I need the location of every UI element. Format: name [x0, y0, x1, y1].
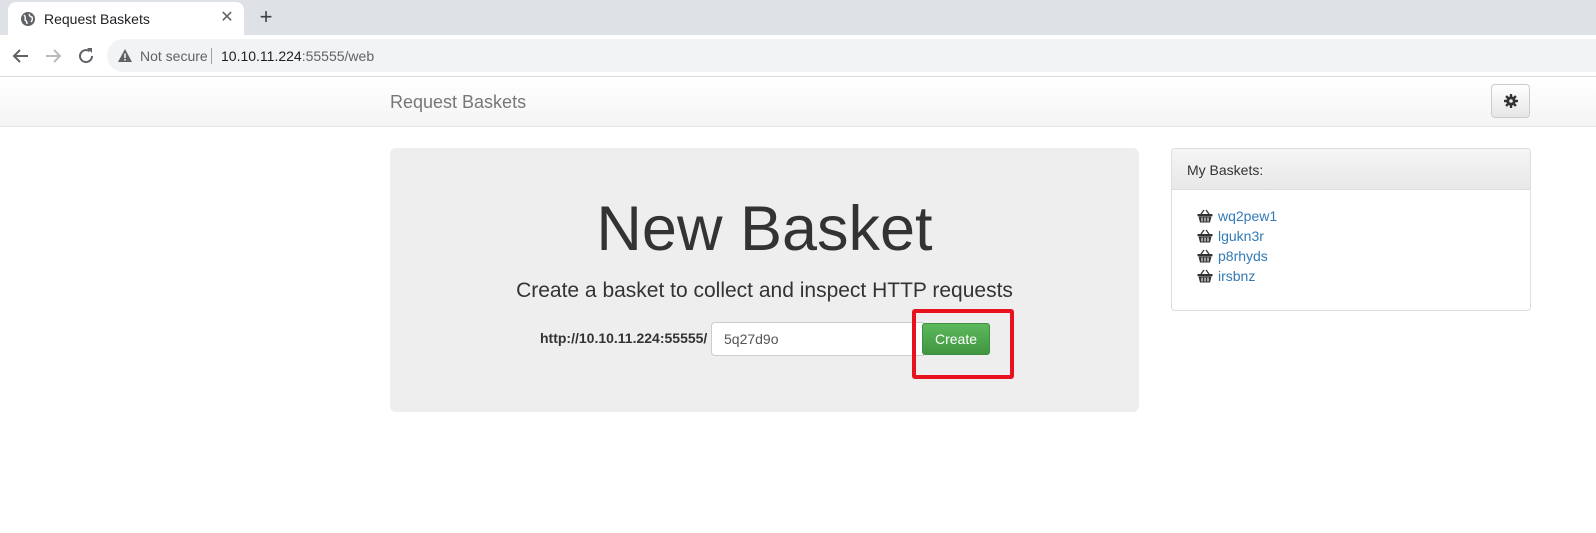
basket-icon	[1197, 249, 1213, 263]
browser-tab[interactable]: Request Baskets ✕	[8, 2, 244, 35]
panel-heading: My Baskets:	[1172, 149, 1530, 190]
page-title: New Basket	[596, 194, 933, 264]
reload-icon[interactable]	[74, 44, 98, 68]
my-baskets-panel: My Baskets: wq2pew1 lgukn3r p8rhyds irsb…	[1171, 148, 1531, 311]
basket-item[interactable]: wq2pew1	[1197, 206, 1277, 226]
address-bar[interactable]: Not secure 10.10.11.224:55555/web	[107, 39, 1596, 72]
basket-item[interactable]: irsbnz	[1197, 266, 1277, 286]
url-host: 10.10.11.224	[221, 48, 302, 64]
basket-item[interactable]: lgukn3r	[1197, 226, 1277, 246]
highlight-box	[912, 309, 1014, 379]
tab-strip: Request Baskets ✕ +	[0, 0, 1596, 35]
basket-name-input[interactable]	[711, 322, 924, 356]
basket-icon	[1197, 229, 1213, 243]
basket-link[interactable]: p8rhyds	[1218, 248, 1268, 264]
basket-list: wq2pew1 lgukn3r p8rhyds irsbnz	[1197, 206, 1277, 286]
basket-link[interactable]: irsbnz	[1218, 268, 1255, 284]
url-path: :55555/web	[301, 48, 375, 64]
gear-icon	[1504, 94, 1518, 108]
new-basket-panel: New Basket Create a basket to collect an…	[390, 148, 1139, 412]
browser-toolbar: Not secure 10.10.11.224:55555/web	[0, 35, 1596, 77]
settings-button[interactable]	[1491, 84, 1530, 118]
warning-icon[interactable]	[117, 48, 133, 64]
url-text: 10.10.11.224:55555/web	[221, 48, 374, 64]
brand-link[interactable]: Request Baskets	[390, 92, 526, 113]
globe-icon	[21, 12, 35, 26]
security-label: Not secure	[140, 48, 208, 64]
tab-title: Request Baskets	[44, 11, 150, 27]
basket-icon	[1197, 209, 1213, 223]
basket-icon	[1197, 269, 1213, 283]
basket-url-prefix: http://10.10.11.224:55555/	[540, 330, 708, 346]
app-navbar: Request Baskets	[0, 78, 1596, 127]
close-tab-icon[interactable]: ✕	[218, 9, 236, 27]
basket-link[interactable]: wq2pew1	[1218, 208, 1277, 224]
omnibox-divider	[211, 48, 212, 64]
forward-arrow-icon[interactable]	[41, 44, 65, 68]
back-arrow-icon[interactable]	[9, 44, 33, 68]
page-subtitle: Create a basket to collect and inspect H…	[516, 279, 1013, 302]
new-tab-icon[interactable]: +	[255, 5, 277, 29]
basket-item[interactable]: p8rhyds	[1197, 246, 1277, 266]
panel-title: My Baskets:	[1187, 162, 1264, 178]
basket-link[interactable]: lgukn3r	[1218, 228, 1264, 244]
